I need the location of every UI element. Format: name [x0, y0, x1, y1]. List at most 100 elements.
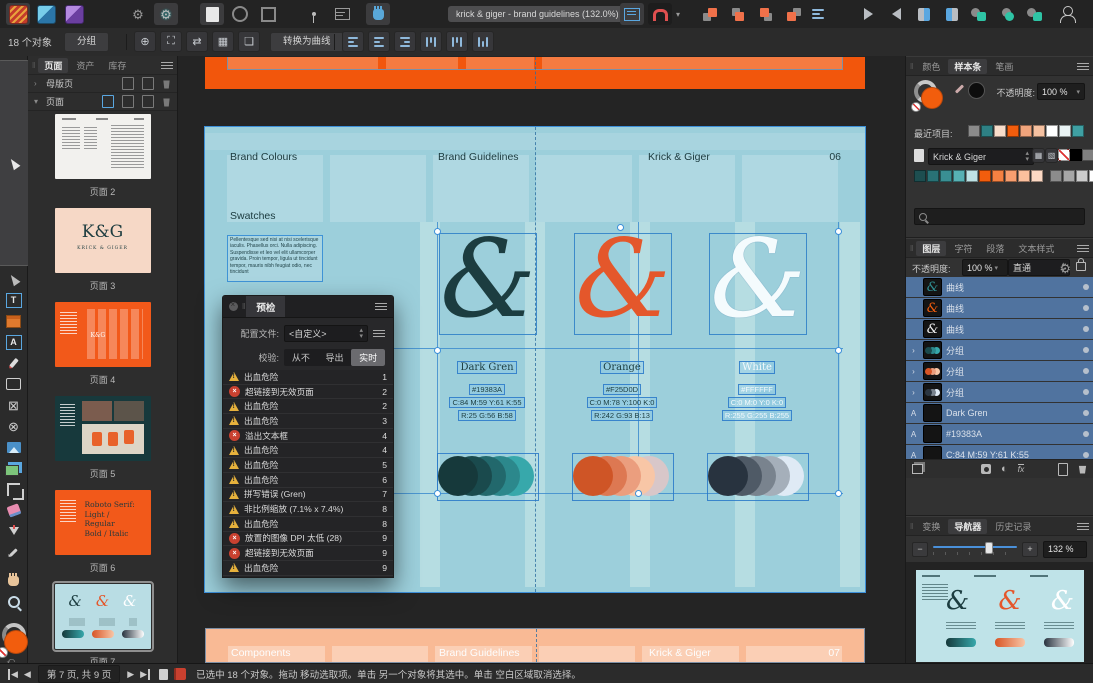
header-page-number[interactable]: 07 [828, 647, 840, 659]
page-thumbnail-item[interactable]: Roboto Serif: Light / Regular Bold / Ita… [28, 490, 177, 584]
align-middle-icon[interactable] [446, 31, 468, 52]
canvas[interactable]: Brand Colours Brand Guidelines Krick & G… [178, 56, 905, 663]
header-brand-guidelines[interactable]: Brand Guidelines [439, 647, 520, 659]
page-thumbnail-item[interactable]: K&GKRICK & GIGER页面 3 [28, 208, 177, 302]
rotate-ccw-icon[interactable] [912, 3, 936, 25]
preflight-issue[interactable]: 出血危险9 [223, 561, 393, 576]
navigator-page-thumbnail[interactable]: &&& [916, 570, 1084, 662]
page-thumbnail-item[interactable]: K&G页面 4 [28, 302, 177, 396]
boolean-subtract-icon[interactable] [994, 3, 1018, 25]
preflight-issue[interactable]: ×放置的图像 DPI 太低 (28)9 [223, 532, 393, 547]
text-align-icon[interactable] [806, 3, 830, 25]
align-bottom-icon[interactable] [472, 31, 494, 52]
bleed-view-icon[interactable] [256, 3, 280, 25]
colour-hex[interactable]: #FFFFFF [707, 384, 807, 395]
preferences-gear-icon[interactable]: ⚙ [126, 3, 150, 25]
selection-handle[interactable] [434, 490, 441, 497]
colour-cmyk[interactable]: C:0 M:0 Y:0 K:0 [707, 397, 807, 408]
tool-fill[interactable] [3, 523, 25, 539]
swatch[interactable] [1089, 170, 1093, 182]
zoom-value[interactable]: 132 % [1043, 541, 1087, 558]
tab-导航器[interactable]: 导航器 [948, 519, 987, 534]
selection-handle[interactable] [635, 490, 642, 497]
colour-cmyk[interactable]: C:0 M:78 Y:100 K:0 [572, 397, 672, 408]
layer-row-曲线[interactable]: &曲线 [906, 298, 1093, 318]
ampersand-Dark Gren[interactable]: & [439, 233, 537, 335]
layer-row-#19383A[interactable]: A#19383A [906, 424, 1093, 444]
snapping-magnet-icon[interactable] [648, 3, 672, 25]
previous-page-edge[interactable] [205, 57, 865, 89]
colour-name[interactable]: Dark Gren [437, 361, 537, 374]
check-option-从不[interactable]: 从不 [284, 349, 318, 366]
zoom-in-button[interactable]: + [1022, 542, 1038, 557]
navigator-preview[interactable]: &&& [906, 562, 1093, 664]
swatch[interactable] [953, 170, 965, 182]
page-mode-icon[interactable] [159, 669, 168, 680]
check-option-实时[interactable]: 实时 [351, 349, 385, 366]
pin-icon[interactable] [302, 3, 326, 25]
swatch[interactable] [1070, 149, 1082, 161]
colour-rgb[interactable]: R:255 G:255 B:255 [707, 410, 807, 421]
account-person-icon[interactable] [1056, 3, 1080, 25]
header-page-number[interactable]: 06 [829, 151, 841, 163]
layer-row-分组[interactable]: ›分组 [906, 340, 1093, 360]
pages-section-row[interactable]: ▾ 页面 [28, 93, 177, 111]
profile-menu-icon[interactable] [373, 330, 385, 337]
new-layer-icon[interactable] [1058, 463, 1068, 476]
panel-menu-icon[interactable] [1077, 63, 1089, 70]
header-components[interactable]: Components [231, 647, 291, 659]
tab-变换[interactable]: 变换 [916, 519, 946, 534]
disclosure-right-icon[interactable]: › [34, 79, 42, 88]
tab-图层[interactable]: 图层 [916, 241, 946, 256]
notes-icon[interactable] [330, 3, 354, 25]
panel-grip-icon[interactable]: ‖ [32, 61, 36, 70]
swatch[interactable] [1033, 125, 1045, 137]
convert-to-curves-button[interactable]: 转换为曲线 [270, 32, 344, 52]
layer-row-分组[interactable]: ›分组 [906, 382, 1093, 402]
tab-文本样式[interactable]: 文本样式 [1012, 241, 1060, 256]
zoom-out-button[interactable]: − [912, 542, 928, 557]
move-anchor-icon[interactable]: ⊕ [134, 31, 156, 52]
previous-page-button[interactable]: ◀ [24, 669, 31, 680]
move-forward-icon[interactable] [726, 3, 750, 25]
selection-handle[interactable] [617, 224, 624, 231]
swatch[interactable] [1020, 125, 1032, 137]
panel-grip-icon[interactable]: ‖ [910, 522, 914, 531]
profile-select[interactable]: <自定义>▴▾ [284, 325, 368, 342]
fill-stroke-selector[interactable]: ⤺ [0, 623, 29, 663]
layer-effects-icon[interactable]: fx [1018, 464, 1025, 474]
page-thumbnail-item[interactable]: 页面 5 [28, 396, 177, 490]
ampersand-Orange[interactable]: & [574, 233, 672, 335]
colour-hex[interactable]: #F25D0D [572, 384, 672, 395]
layer-row-Dark Gren[interactable]: ADark Gren [906, 403, 1093, 423]
tool-picture-frame-rect[interactable]: ⊠ [3, 397, 25, 413]
tool-assets[interactable] [3, 460, 25, 476]
duplicate-page-icon[interactable] [142, 95, 154, 108]
duplicate-layer-icon[interactable] [912, 464, 923, 474]
preflight-issue[interactable]: 出血危险6 [223, 473, 393, 488]
panel-menu-icon[interactable] [375, 303, 387, 310]
zoom-slider-thumb[interactable] [985, 542, 993, 554]
swatch[interactable] [927, 170, 939, 182]
page-thumbnail[interactable] [55, 114, 151, 179]
tool-table[interactable] [3, 313, 25, 329]
opacity-value[interactable]: 100 %▾ [1037, 83, 1085, 100]
swatch[interactable] [1031, 170, 1043, 182]
tool-frame-text[interactable]: T [3, 292, 25, 308]
text-frame-icon[interactable] [620, 3, 644, 25]
swatch[interactable] [992, 170, 1004, 182]
colour-hex[interactable]: #19383A [437, 384, 537, 395]
tint-scale-Orange[interactable] [572, 453, 674, 501]
tab-颜色[interactable]: 颜色 [916, 59, 946, 74]
preflight-issue[interactable]: 出血危险5 [223, 458, 393, 473]
disclosure-down-icon[interactable]: ▾ [34, 97, 42, 106]
grid-icon[interactable]: ▦ [212, 31, 234, 52]
layer-visible-dot[interactable] [1083, 284, 1089, 290]
check-option-导出[interactable]: 导出 [318, 349, 352, 366]
first-page-button[interactable]: ◀ [8, 669, 18, 680]
panel-menu-icon[interactable] [1077, 245, 1089, 252]
layer-visible-dot[interactable] [1083, 410, 1089, 416]
layer-opacity-value[interactable]: 100 %▾ [962, 259, 1008, 276]
next-page-edge[interactable]: Components Brand Guidelines Krick & Gige… [205, 628, 865, 663]
swatch[interactable] [1007, 125, 1019, 137]
